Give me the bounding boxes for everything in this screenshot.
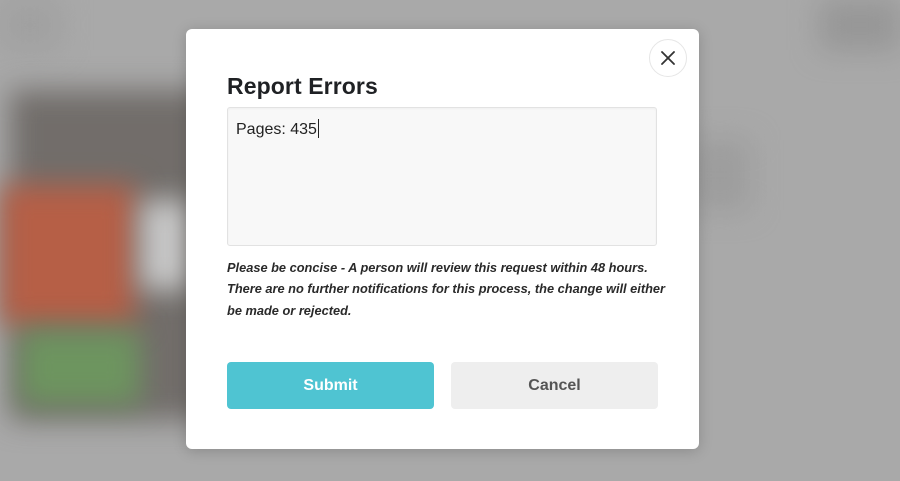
instruction-note: Please be concise - A person will review…	[227, 260, 666, 318]
close-icon	[661, 51, 675, 65]
cancel-button[interactable]: Cancel	[451, 362, 658, 409]
error-report-textarea[interactable]: Pages: 435	[227, 107, 657, 246]
dialog-title: Report Errors	[227, 73, 378, 99]
close-button[interactable]	[649, 39, 687, 77]
submit-button[interactable]: Submit	[227, 362, 434, 409]
textarea-value: Pages: 435	[236, 121, 317, 138]
text-caret	[317, 119, 319, 138]
report-errors-dialog: Report Errors Pages: 435 Please be conci…	[186, 29, 699, 449]
